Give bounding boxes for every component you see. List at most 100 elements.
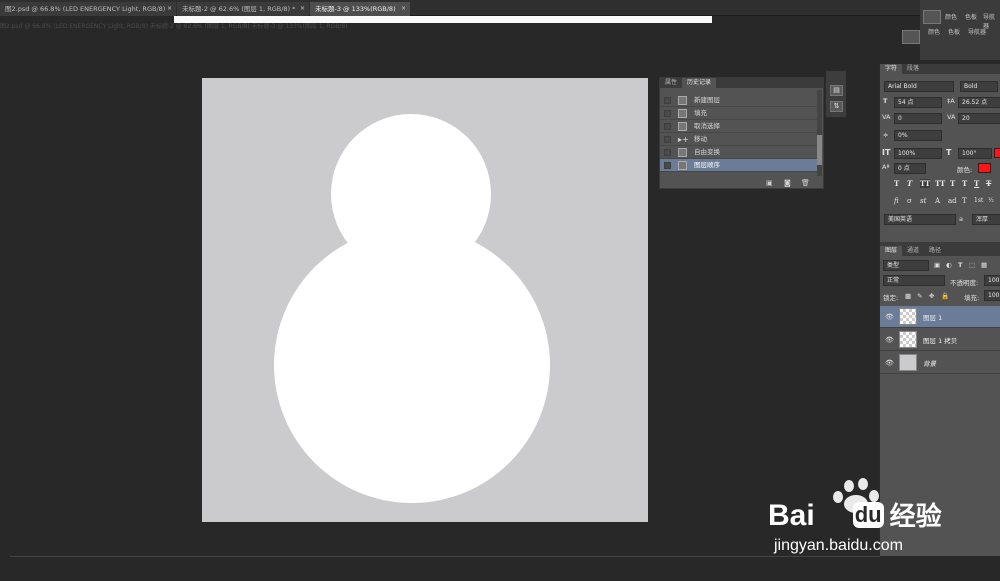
all-caps-button[interactable]: TT <box>920 179 931 188</box>
snapshot-checkbox[interactable] <box>664 97 671 104</box>
close-icon[interactable]: × <box>300 2 305 16</box>
close-icon[interactable]: × <box>401 2 406 16</box>
fractions-button[interactable]: ½ <box>988 197 994 204</box>
kerning-field[interactable]: 0 <box>894 113 942 124</box>
tab-history[interactable]: 历史记录 <box>682 78 717 88</box>
tab-paragraph[interactable]: 段落 <box>902 64 924 74</box>
tab-swatches[interactable]: 色板 <box>965 12 977 21</box>
camera-icon[interactable]: ◙ <box>784 179 791 187</box>
history-item-label: 填充 <box>694 109 707 117</box>
layer-row[interactable]: 👁 图层 1 拷贝 <box>880 329 1000 351</box>
filter-pixel-icon[interactable]: ▣ <box>934 261 940 269</box>
tab-color-2[interactable]: 颜色 <box>928 27 940 36</box>
layer-row[interactable]: 👁 背景 <box>880 352 1000 374</box>
tab-channels[interactable]: 通道 <box>902 246 924 256</box>
layer-row[interactable]: 👁 图层 1 <box>880 306 1000 328</box>
ligatures-button[interactable]: fi <box>894 197 899 205</box>
tab-color[interactable]: 颜色 <box>945 12 957 21</box>
tab-navigator-2[interactable]: 导航器 <box>968 27 986 36</box>
document-canvas[interactable] <box>202 78 648 522</box>
history-scrollbar[interactable] <box>817 90 822 176</box>
snapshot-checkbox[interactable] <box>664 110 671 117</box>
vertical-scale-field[interactable]: 100% <box>894 148 942 159</box>
properties-panel-icon[interactable]: ⇅ <box>830 101 843 112</box>
tab-swatches-2[interactable]: 色板 <box>948 27 960 36</box>
small-caps-button[interactable]: TT <box>935 179 945 188</box>
history-item[interactable]: ▸+ 移动 <box>660 133 817 146</box>
layer-filter-select[interactable]: 类型 <box>883 260 929 271</box>
move-icon: ▸+ <box>678 135 689 144</box>
adjustments-panel-icon[interactable] <box>902 30 920 44</box>
font-style-select[interactable]: Bold <box>960 81 998 92</box>
swash-button[interactable]: st <box>920 197 926 205</box>
superscript-button[interactable]: T <box>950 179 955 188</box>
strikethrough-button[interactable]: T <box>986 179 991 188</box>
tab-document-2[interactable]: 未标题-2 @ 62.6% (图层 1, RGB/8) * × <box>177 2 309 16</box>
trash-icon[interactable]: 🗑 <box>801 179 810 187</box>
baidu-brand: Bai du 经验 <box>768 496 942 533</box>
snapshot-checkbox[interactable] <box>664 149 671 156</box>
snowman-shape[interactable] <box>202 78 648 522</box>
eye-icon[interactable]: 👁 <box>885 313 894 321</box>
subscript-button[interactable]: T <box>962 179 967 188</box>
filter-shape-icon[interactable]: ⬚ <box>969 261 975 269</box>
tab-document-1[interactable]: 图2.psd @ 66.8% (LED ENERGENCY Light, RGB… <box>0 2 176 16</box>
underline-button[interactable]: T <box>974 179 979 188</box>
ghost-tab-row: 图2.psd @ 66.8% (LED ENERGENCY Light, RGB… <box>0 23 348 30</box>
tab-properties[interactable]: 属性 <box>660 78 682 88</box>
history-item[interactable]: 填充 <box>660 107 817 120</box>
history-item-active[interactable]: 图层顺序 <box>660 159 817 172</box>
opacity-field[interactable]: 100 <box>984 275 1000 286</box>
font-size-field[interactable]: 54 点 <box>894 97 942 108</box>
snowman-neck <box>352 228 472 298</box>
document-tab-bar: 图2.psd @ 66.8% (LED ENERGENCY Light, RGB… <box>0 0 920 16</box>
color-panel-icon[interactable] <box>923 10 941 24</box>
filter-smart-object-icon[interactable]: ▦ <box>981 261 987 269</box>
tsume-field[interactable]: 0% <box>894 130 942 141</box>
stylistic-alternates-button[interactable]: ad <box>948 197 957 205</box>
history-panel-icon[interactable]: ▤ <box>830 85 843 96</box>
tracking-field[interactable]: 20 <box>958 113 1000 124</box>
tab-document-3[interactable]: 未标题-3 @ 133%(RGB/8) × <box>310 2 410 16</box>
fill-field[interactable]: 100 <box>984 290 1000 301</box>
horizontal-scale-field[interactable]: 100° <box>958 148 992 159</box>
text-color-swatch[interactable] <box>978 163 991 173</box>
language-select[interactable]: 美国英语 <box>884 214 956 225</box>
filter-adjustment-icon[interactable]: ◐ <box>946 261 952 269</box>
tab-layers[interactable]: 图层 <box>880 246 903 256</box>
lock-transparency-icon[interactable]: ▩ <box>905 292 911 300</box>
lock-brush-icon[interactable]: ✎ <box>917 292 922 300</box>
discretionary-ligatures-button[interactable]: σ <box>907 197 912 205</box>
history-item[interactable]: 自由变换 <box>660 146 817 159</box>
history-item[interactable]: 新建图层 <box>660 94 817 107</box>
font-family-select[interactable]: Arial Bold <box>884 81 954 92</box>
snapshot-checkbox[interactable] <box>664 136 671 143</box>
lock-position-icon[interactable]: ✥ <box>929 292 934 300</box>
snapshot-checkbox[interactable] <box>664 123 671 130</box>
scroll-thumb[interactable] <box>817 135 822 165</box>
close-icon[interactable]: × <box>167 2 172 16</box>
faux-italic-button[interactable]: T <box>907 179 912 188</box>
brand-product: 经验 <box>889 501 942 531</box>
baseline-shift-field[interactable]: 0 点 <box>894 163 926 174</box>
leading-field[interactable]: 26.52 点 <box>958 97 1000 108</box>
history-item[interactable]: 取消选择 <box>660 120 817 133</box>
color-swatch-partial[interactable] <box>994 148 1000 158</box>
titling-alternates-button[interactable]: A <box>935 197 940 205</box>
snapshot-checkbox[interactable] <box>664 162 671 169</box>
antialias-icon: a <box>959 215 963 223</box>
lock-all-icon[interactable]: 🔒 <box>941 292 949 300</box>
ordinal-button[interactable]: 1st <box>974 197 983 204</box>
new-document-from-state-icon[interactable]: ▣ <box>766 179 773 187</box>
ordinals-button[interactable]: T <box>962 197 967 205</box>
tab-paths[interactable]: 路径 <box>924 246 946 256</box>
eye-icon[interactable]: 👁 <box>885 336 894 344</box>
filter-type-icon[interactable]: T <box>958 261 962 269</box>
history-item-label: 取消选择 <box>694 122 720 130</box>
faux-bold-button[interactable]: T <box>894 179 899 188</box>
status-divider <box>10 556 880 557</box>
eye-icon[interactable]: 👁 <box>885 359 894 367</box>
antialias-select[interactable]: 浑厚 <box>972 214 1000 225</box>
tab-character[interactable]: 字符 <box>880 64 903 74</box>
blend-mode-select[interactable]: 正常 <box>883 275 945 286</box>
